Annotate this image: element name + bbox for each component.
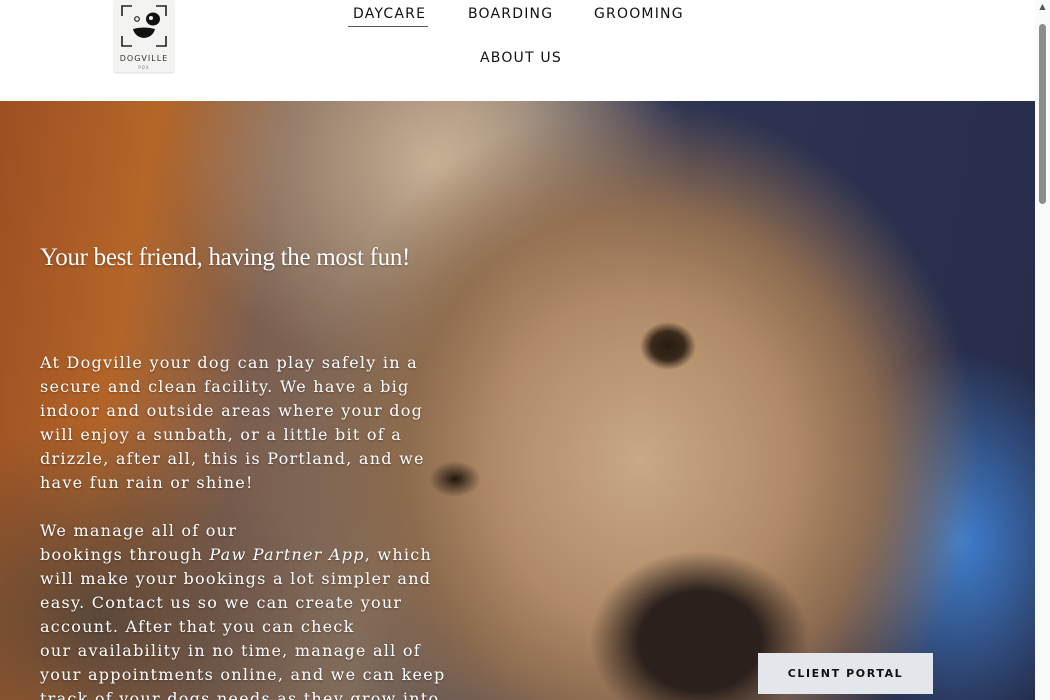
intro-line: will enjoy a sunbath, or a little bit of… bbox=[40, 425, 403, 444]
scrollbar-thumb[interactable] bbox=[1039, 24, 1046, 204]
bookings-line: account. After that you can check bbox=[40, 617, 355, 636]
paw-partner-app-name: Paw Partner App bbox=[209, 545, 365, 564]
intro-line: have fun rain or shine! bbox=[40, 473, 254, 492]
bookings-line: our availability in no time, manage all … bbox=[40, 641, 421, 660]
nav-daycare[interactable]: DAYCARE bbox=[353, 6, 426, 22]
bookings-line: track of your dogs needs as they grow in… bbox=[40, 689, 440, 700]
nav-grooming[interactable]: GROOMING bbox=[594, 6, 684, 22]
dog-face-logo-icon bbox=[121, 5, 167, 47]
bookings-line-end: , which bbox=[364, 545, 433, 564]
hero-title: Your best friend, having the most fun! bbox=[40, 244, 411, 271]
scroll-up-arrow-icon[interactable]: ▲ bbox=[1037, 2, 1048, 12]
bookings-line: your appointments online, and we can kee… bbox=[40, 665, 446, 684]
bookings-line: easy. Contact us so we can create your bbox=[40, 593, 403, 612]
intro-line: secure and clean facility. We have a big bbox=[40, 377, 410, 396]
intro-line: At Dogville your dog can play safely in … bbox=[40, 353, 418, 372]
bookings-line-start: bookings through bbox=[40, 545, 210, 564]
nav-about-us[interactable]: ABOUT US bbox=[480, 50, 562, 66]
client-portal-button[interactable]: CLIENT PORTAL bbox=[758, 653, 933, 694]
dogville-logo[interactable]: DOGVILLE PDX bbox=[114, 0, 174, 72]
bookings-line: We manage all of our bbox=[40, 521, 238, 540]
bookings-line: will make your bookings a lot simpler an… bbox=[40, 569, 432, 588]
nav-active-underline bbox=[348, 26, 428, 27]
intro-line: indoor and outside areas where your dog bbox=[40, 401, 424, 420]
site-header: DOGVILLE PDX DAYCARE BOARDING GROOMING A… bbox=[0, 0, 1035, 101]
hero-paragraph-intro: At Dogville your dog can play safely in … bbox=[40, 351, 445, 495]
hero-section: Your best friend, having the most fun! A… bbox=[0, 101, 1035, 700]
nav-boarding[interactable]: BOARDING bbox=[468, 6, 553, 22]
bookings-line: bookings through Paw Partner App, which bbox=[40, 543, 445, 567]
intro-line: drizzle, after all, this is Portland, an… bbox=[40, 449, 425, 468]
logo-tagline: PDX bbox=[138, 65, 150, 70]
hero-paragraph-bookings: We manage all of our bookings through Pa… bbox=[40, 519, 445, 700]
logo-wordmark: DOGVILLE bbox=[119, 54, 169, 63]
